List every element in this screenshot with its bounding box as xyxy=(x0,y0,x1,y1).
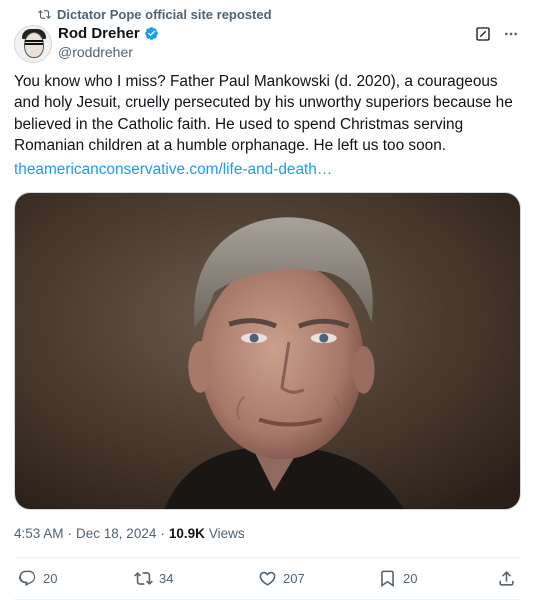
tweet-meta: 4:53 AM · Dec 18, 2024 · 10.9K Views xyxy=(14,526,245,541)
repost-count: 34 xyxy=(159,570,174,586)
bookmark-button[interactable]: 20 xyxy=(378,566,417,590)
author-block[interactable]: Rod Dreher @roddreher xyxy=(58,24,159,60)
author-name[interactable]: Rod Dreher xyxy=(58,25,140,42)
avatar[interactable] xyxy=(14,25,52,63)
more-options-button[interactable] xyxy=(502,25,520,43)
divider xyxy=(14,557,520,558)
views-label: Views xyxy=(208,526,245,541)
author-name-row: Rod Dreher xyxy=(58,24,159,42)
repost-icon xyxy=(38,9,51,19)
avatar-face xyxy=(24,32,44,58)
portrait-photo xyxy=(15,193,520,509)
views-count: 10.9K xyxy=(168,526,205,541)
reply-button[interactable]: 20 xyxy=(18,566,57,590)
like-button[interactable]: 207 xyxy=(258,566,305,590)
verified-badge-icon xyxy=(144,26,158,40)
grok-button[interactable] xyxy=(474,25,492,43)
bookmark-count: 20 xyxy=(403,570,418,586)
tweet-time[interactable]: 4:53 AM xyxy=(14,526,64,541)
tweet-date[interactable]: Dec 18, 2024 xyxy=(76,526,156,541)
meta-separator-2: · xyxy=(160,526,165,541)
repost-text: Dictator Pope official site reposted xyxy=(57,6,272,22)
action-bar: 20 34 207 20 xyxy=(0,566,534,590)
tweet-link[interactable]: theamericanconservative.com/life-and-dea… xyxy=(14,159,332,180)
repost-header[interactable]: Dictator Pope official site reposted xyxy=(38,6,272,22)
reply-icon xyxy=(18,570,36,586)
like-count: 207 xyxy=(283,570,305,586)
heart-icon xyxy=(259,571,276,586)
repost-button[interactable]: 34 xyxy=(134,566,173,590)
bookmark-icon xyxy=(381,570,394,587)
more-dots-icon xyxy=(505,32,517,36)
grok-icon xyxy=(476,27,490,41)
meta-separator: · xyxy=(67,526,73,541)
avatar-glasses xyxy=(25,40,43,45)
tweet-photo[interactable] xyxy=(14,192,521,510)
author-handle[interactable]: @roddreher xyxy=(58,44,159,60)
share-button[interactable] xyxy=(497,566,516,590)
top-actions xyxy=(474,25,520,43)
repost-action-icon xyxy=(134,571,153,585)
reply-count: 20 xyxy=(43,570,58,586)
share-icon xyxy=(499,570,514,586)
tweet-text: You know who I miss? Father Paul Mankows… xyxy=(14,73,513,154)
